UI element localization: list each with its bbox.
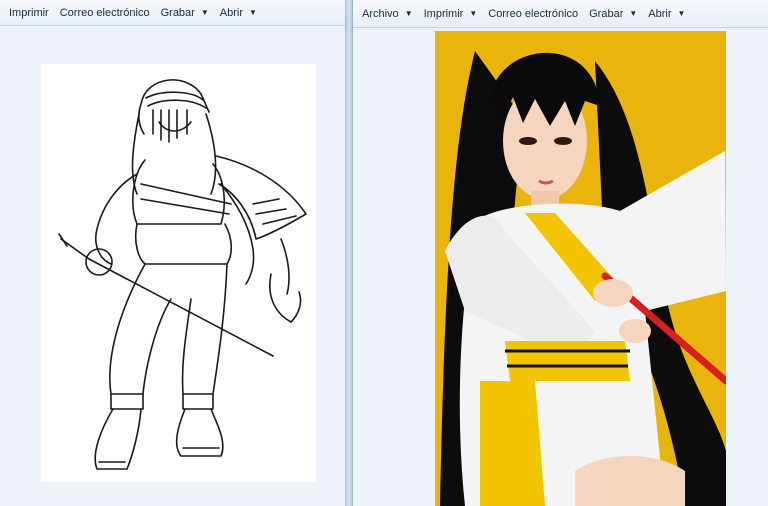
- left-open-label: Abrir: [219, 6, 243, 19]
- right-open-menu[interactable]: Abrir ▼: [643, 4, 690, 24]
- left-email-button[interactable]: Correo electrónico: [55, 3, 155, 23]
- right-open-label: Abrir: [648, 7, 672, 20]
- right-print-label: Imprimir: [423, 7, 464, 20]
- chevron-down-icon: ▼: [629, 9, 638, 18]
- left-burn-menu[interactable]: Grabar ▼: [156, 3, 214, 23]
- right-burn-menu[interactable]: Grabar ▼: [584, 4, 642, 24]
- right-print-menu[interactable]: Imprimir ▼: [419, 4, 483, 24]
- right-file-menu[interactable]: Archivo ▼: [357, 4, 418, 24]
- chevron-down-icon: ▼: [200, 8, 209, 17]
- window-divider: [345, 0, 352, 506]
- chevron-down-icon: ▼: [249, 8, 257, 17]
- chevron-down-icon: ▼: [469, 9, 478, 18]
- right-viewer-window: Archivo ▼ Imprimir ▼ Correo electrónico Gr…: [352, 0, 768, 506]
- left-toolbar: Imprimir Correo electrónico Grabar ▼ Abri…: [0, 0, 345, 26]
- left-open-menu[interactable]: Abrir ▼: [215, 3, 262, 23]
- left-viewer-window: Imprimir Correo electrónico Grabar ▼ Abri…: [0, 0, 345, 506]
- right-file-label: Archivo: [362, 7, 399, 20]
- right-email-label: Correo electrónico: [488, 7, 579, 20]
- chevron-down-icon: ▼: [404, 9, 413, 18]
- sketch-image: [41, 64, 316, 482]
- left-print-menu[interactable]: Imprimir: [4, 3, 54, 23]
- right-burn-label: Grabar: [589, 7, 624, 20]
- left-email-label: Correo electrónico: [59, 6, 150, 19]
- chevron-down-icon: ▼: [677, 9, 686, 18]
- left-burn-label: Grabar: [160, 6, 195, 19]
- right-toolbar: Archivo ▼ Imprimir ▼ Correo electrónico Gr…: [353, 0, 768, 28]
- photo-image: [435, 31, 726, 506]
- right-email-button[interactable]: Correo electrónico: [483, 4, 583, 24]
- left-print-label: Imprimir: [9, 6, 49, 19]
